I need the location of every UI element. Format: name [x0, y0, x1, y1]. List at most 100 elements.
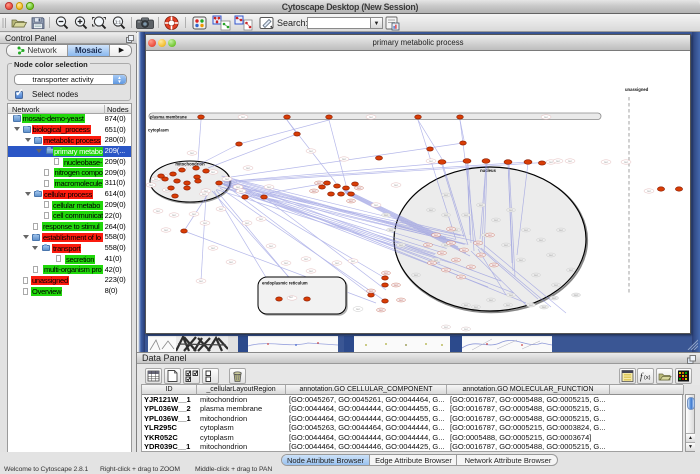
svg-text:na t: na t	[479, 204, 483, 207]
svg-text:na t: na t	[569, 269, 573, 272]
svg-text:na t: na t	[429, 159, 434, 163]
svg-text:na t: na t	[604, 160, 609, 164]
svg-text:unassigned: unassigned	[625, 87, 649, 92]
svg-text:na t: na t	[444, 326, 448, 329]
svg-text:na t: na t	[202, 193, 206, 196]
svg-text:na t: na t	[384, 272, 388, 275]
svg-text:na t: na t	[342, 157, 347, 161]
svg-text:na t: na t	[154, 178, 158, 181]
svg-text:na t: na t	[384, 214, 388, 217]
svg-text:na t: na t	[488, 234, 492, 237]
svg-text:na t: na t	[549, 254, 553, 257]
svg-text:na t: na t	[211, 170, 216, 174]
svg-text:na t: na t	[199, 279, 204, 283]
svg-text:na t: na t	[369, 115, 374, 119]
svg-text:na t: na t	[489, 299, 493, 302]
svg-text:na t: na t	[374, 203, 379, 207]
svg-text:na t: na t	[449, 242, 453, 245]
svg-text:endoplasmic reticulum: endoplasmic reticulum	[262, 281, 308, 286]
svg-text:na t: na t	[335, 261, 340, 265]
svg-text:na t: na t	[241, 115, 246, 119]
svg-text:na t: na t	[389, 229, 393, 232]
svg-text:na t: na t	[444, 194, 448, 197]
svg-text:cytoplasm: cytoplasm	[148, 128, 169, 133]
svg-text:na t: na t	[534, 274, 538, 277]
svg-text:1:1: 1:1	[115, 19, 122, 24]
svg-text:na t: na t	[479, 254, 483, 257]
svg-text:na t: na t	[494, 219, 498, 222]
svg-text:na t: na t	[356, 307, 361, 311]
svg-text:na t: na t	[309, 149, 314, 153]
svg-text:na t: na t	[444, 269, 448, 272]
svg-text:na t: na t	[559, 229, 563, 232]
svg-text:na t: na t	[462, 249, 466, 252]
svg-text:na t: na t	[474, 306, 478, 309]
svg-text:na t: na t	[476, 242, 480, 245]
svg-text:na t: na t	[552, 297, 556, 300]
svg-text:na t: na t	[504, 244, 508, 247]
svg-text:na t: na t	[568, 159, 573, 163]
svg-text:plasma membrane: plasma membrane	[150, 115, 187, 120]
svg-text:na t: na t	[164, 228, 169, 232]
svg-text:na t: na t	[284, 261, 289, 265]
svg-text:(x): (x)	[644, 375, 651, 381]
svg-text:na t: na t	[149, 183, 154, 187]
svg-text:na t: na t	[459, 276, 463, 279]
svg-text:na t: na t	[269, 244, 274, 248]
svg-text:na t: na t	[647, 189, 652, 193]
svg-text:na t: na t	[542, 306, 546, 309]
svg-text:na t: na t	[357, 187, 361, 190]
svg-text:na t: na t	[426, 244, 430, 247]
svg-text:na t: na t	[304, 257, 309, 261]
svg-text:na t: na t	[259, 217, 264, 221]
svg-text:na t: na t	[351, 259, 356, 263]
svg-text:na t: na t	[289, 295, 294, 299]
svg-text:na t: na t	[509, 209, 513, 212]
svg-text:na t: na t	[246, 166, 251, 170]
svg-text:na t: na t	[624, 160, 629, 164]
svg-text:na t: na t	[574, 294, 578, 297]
svg-text:na t: na t	[203, 221, 208, 225]
svg-text:na t: na t	[156, 209, 161, 213]
svg-text:na t: na t	[379, 309, 383, 312]
svg-text:na t: na t	[172, 213, 177, 217]
svg-text:na t: na t	[519, 259, 523, 262]
svg-text:na t: na t	[399, 244, 403, 247]
svg-text:na t: na t	[444, 214, 448, 217]
svg-text:na t: na t	[225, 177, 230, 181]
svg-text:na t: na t	[556, 159, 561, 163]
svg-text:na t: na t	[549, 160, 554, 164]
svg-text:na t: na t	[394, 284, 398, 287]
svg-text:na t: na t	[464, 214, 468, 217]
svg-text:na t: na t	[229, 260, 234, 264]
svg-text:na t: na t	[509, 294, 513, 297]
svg-text:na t: na t	[464, 304, 468, 307]
svg-text:na t: na t	[399, 299, 403, 302]
svg-text:na t: na t	[192, 212, 197, 216]
svg-text:na t: na t	[239, 189, 244, 193]
svg-text:na t: na t	[524, 229, 528, 232]
svg-text:na t: na t	[449, 228, 453, 231]
svg-text:na t: na t	[211, 246, 216, 250]
svg-text:na t: na t	[430, 262, 434, 265]
svg-text:na t: na t	[539, 239, 543, 242]
svg-text:na t: na t	[394, 183, 399, 187]
svg-text:na t: na t	[440, 252, 444, 255]
svg-text:na t: na t	[506, 304, 510, 307]
svg-text:na t: na t	[267, 185, 272, 189]
svg-text:na t: na t	[312, 190, 316, 193]
svg-text:na t: na t	[414, 274, 418, 277]
svg-text:na t: na t	[529, 304, 533, 307]
svg-text:na t: na t	[369, 290, 373, 293]
svg-text:na t: na t	[317, 182, 321, 185]
svg-text:na t: na t	[469, 266, 473, 269]
svg-text:na t: na t	[190, 151, 195, 155]
svg-text:na t: na t	[236, 185, 241, 189]
svg-text:na t: na t	[554, 284, 558, 287]
svg-text:na t: na t	[309, 269, 314, 273]
svg-text:nucleus: nucleus	[480, 168, 496, 173]
svg-text:na t: na t	[464, 328, 468, 331]
svg-text:na t: na t	[434, 234, 438, 237]
svg-text:na t: na t	[349, 200, 353, 203]
svg-text:na t: na t	[219, 207, 224, 211]
